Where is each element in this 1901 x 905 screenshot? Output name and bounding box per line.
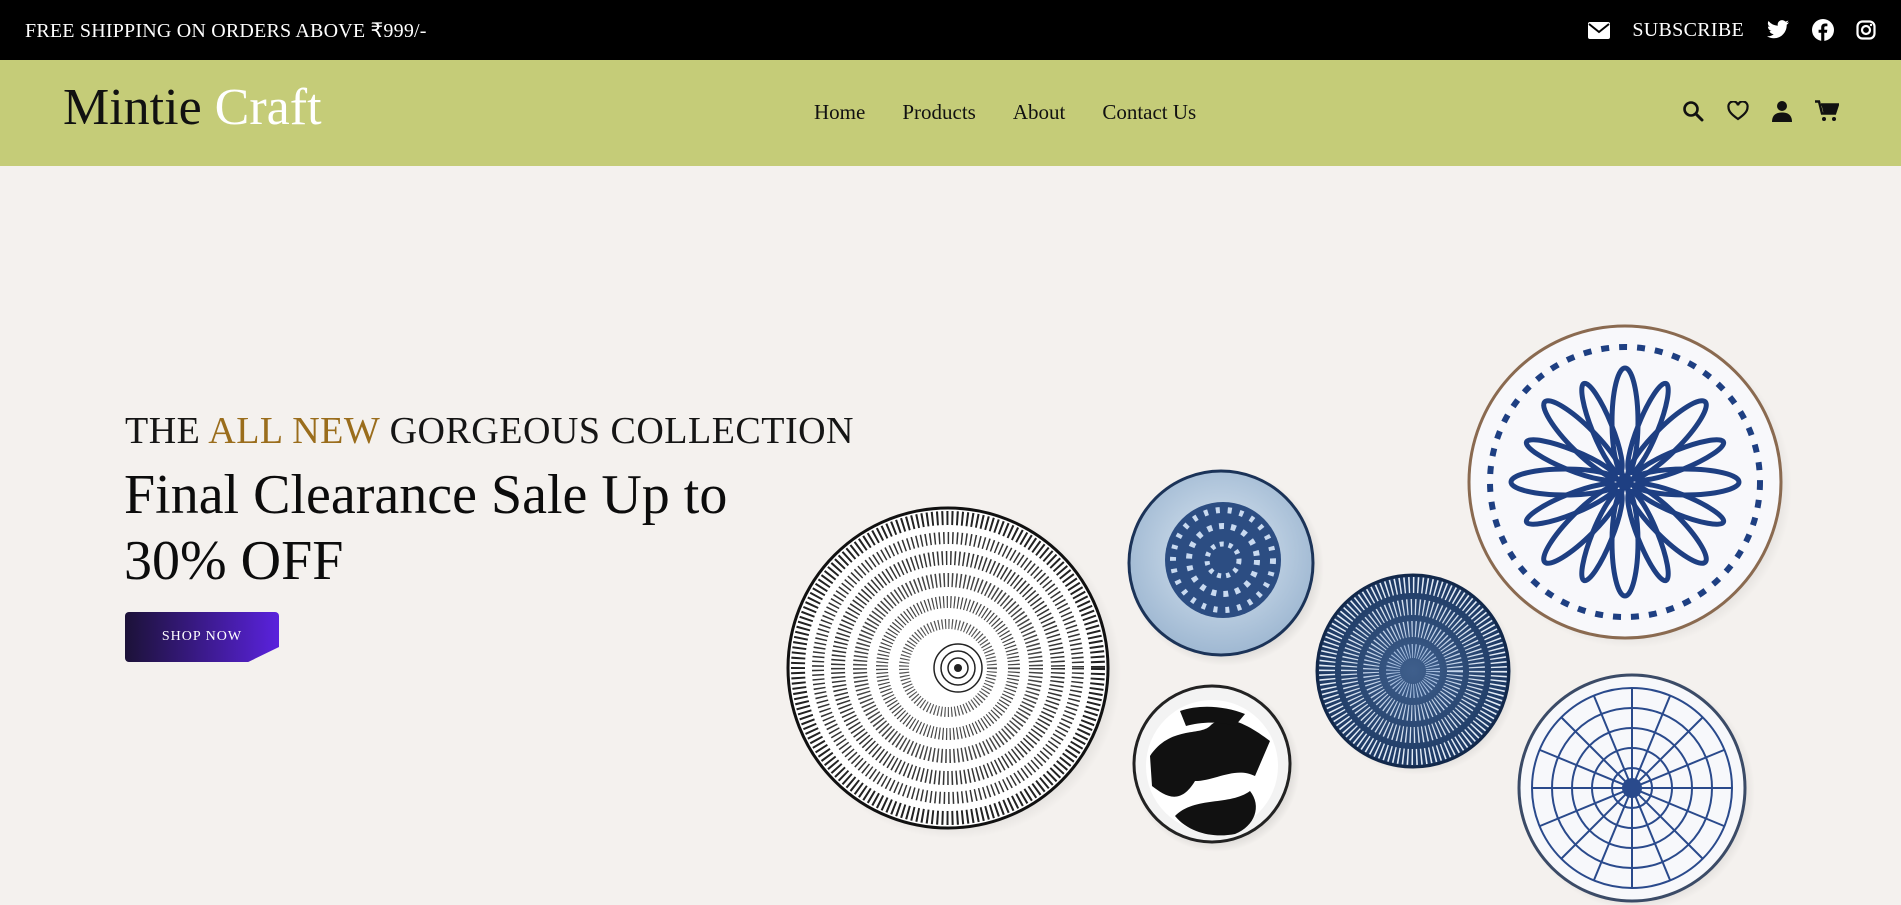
user-icon[interactable] bbox=[1772, 100, 1792, 127]
light-blue-bowl bbox=[1127, 469, 1324, 666]
topbar-actions: SUBSCRIBE bbox=[1588, 19, 1876, 42]
envelope-icon[interactable] bbox=[1588, 21, 1611, 39]
floral-blue-plate bbox=[1467, 324, 1792, 648]
top-bar: FREE SHIPPING ON ORDERS ABOVE ₹999/- SUB… bbox=[0, 0, 1901, 60]
blue-striped-bowl bbox=[1315, 573, 1518, 775]
black-white-plate bbox=[786, 506, 1121, 839]
cart-icon[interactable] bbox=[1815, 100, 1840, 127]
promo-text: FREE SHIPPING ON ORDERS ABOVE ₹999/- bbox=[25, 19, 427, 42]
nav-contact-us[interactable]: Contact Us bbox=[1102, 100, 1196, 125]
header-tools bbox=[1682, 100, 1840, 127]
main-nav: Home Products About Contact Us bbox=[814, 100, 1196, 125]
instagram-icon[interactable] bbox=[1856, 20, 1876, 40]
heart-icon[interactable] bbox=[1727, 100, 1749, 126]
search-icon[interactable] bbox=[1682, 100, 1704, 127]
site-logo[interactable]: Mintie Craft bbox=[63, 82, 322, 134]
nav-about[interactable]: About bbox=[1013, 100, 1066, 125]
hero-section: THE ALL NEW GORGEOUS COLLECTION Final Cl… bbox=[0, 166, 1901, 905]
subscribe-link[interactable]: SUBSCRIBE bbox=[1632, 19, 1744, 42]
twitter-icon[interactable] bbox=[1766, 20, 1790, 40]
abstract-bowl bbox=[1132, 684, 1300, 852]
lattice-plate bbox=[1517, 673, 1755, 905]
nav-home[interactable]: Home bbox=[814, 100, 865, 125]
plates-image bbox=[786, 324, 1792, 905]
logo-text-accent: Craft bbox=[214, 79, 322, 136]
nav-products[interactable]: Products bbox=[902, 100, 976, 125]
logo-text-primary: Mintie bbox=[63, 79, 202, 136]
main-header: Mintie Craft Home Products About Contact… bbox=[0, 60, 1901, 166]
facebook-icon[interactable] bbox=[1812, 19, 1834, 41]
